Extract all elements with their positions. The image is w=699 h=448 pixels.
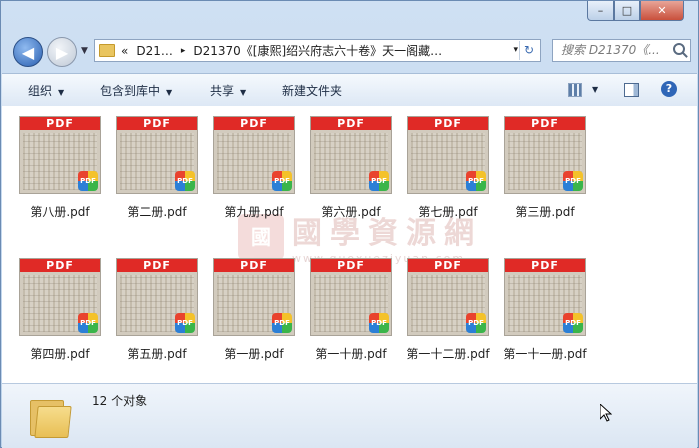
address-row: ◀ ▶ ▼ « D21… ▸ D21370《[康熙]绍兴府志六十卷》天一阁藏… …: [1, 34, 698, 68]
folder-icon: [30, 396, 72, 438]
address-bar[interactable]: « D21… ▸ D21370《[康熙]绍兴府志六十卷》天一阁藏… ▾ ↻: [94, 39, 541, 62]
file-item[interactable]: PDF PDF 第六册.pdf: [303, 116, 399, 220]
pdf-thumbnail-icon: PDF PDF: [19, 116, 101, 194]
pdf-app-icon: PDF: [78, 313, 98, 333]
pdf-app-icon: PDF: [563, 171, 583, 191]
pdf-thumbnail-icon: PDF PDF: [504, 258, 586, 336]
pdf-app-icon: PDF: [175, 313, 195, 333]
view-dropdown[interactable]: ▼: [592, 85, 598, 94]
file-name: 第二册.pdf: [127, 205, 187, 219]
pdf-thumbnail-icon: PDF PDF: [407, 258, 489, 336]
pdf-banner: PDF: [214, 259, 294, 272]
file-name: 第九册.pdf: [224, 205, 284, 219]
pdf-app-icon: PDF: [466, 313, 486, 333]
title-bar: – □ ✕: [1, 1, 698, 31]
pdf-thumbnail-icon: PDF PDF: [19, 258, 101, 336]
back-arrow-icon: ◀: [21, 42, 35, 62]
file-item[interactable]: PDF PDF 第九册.pdf: [206, 116, 302, 220]
minimize-button[interactable]: –: [587, 1, 614, 21]
file-item[interactable]: PDF PDF 第八册.pdf: [12, 116, 108, 220]
pdf-app-icon: PDF: [563, 313, 583, 333]
pdf-app-icon: PDF: [272, 313, 292, 333]
pdf-thumbnail-icon: PDF PDF: [504, 116, 586, 194]
pdf-app-icon: PDF: [78, 171, 98, 191]
pdf-thumbnail-icon: PDF PDF: [407, 116, 489, 194]
breadcrumb-item[interactable]: D21…: [136, 44, 173, 58]
pdf-thumbnail-icon: PDF PDF: [213, 116, 295, 194]
watermark-seal: 國: [238, 213, 284, 260]
breadcrumb-overflow[interactable]: «: [121, 44, 128, 58]
file-item[interactable]: PDF PDF 第七册.pdf: [400, 116, 496, 220]
pdf-banner: PDF: [117, 259, 197, 272]
breadcrumb-current[interactable]: D21370《[康熙]绍兴府志六十卷》天一阁藏…: [193, 42, 442, 59]
file-item[interactable]: PDF PDF 第一十册.pdf: [303, 258, 399, 362]
search-icon[interactable]: [673, 43, 685, 55]
breadcrumb-separator[interactable]: ▸: [181, 46, 186, 56]
pdf-thumbnail-icon: PDF PDF: [310, 116, 392, 194]
file-name: 第一十二册.pdf: [406, 347, 490, 361]
file-item[interactable]: PDF PDF 第二册.pdf: [109, 116, 205, 220]
file-item[interactable]: PDF PDF 第三册.pdf: [497, 116, 593, 220]
view-options-icon[interactable]: [568, 83, 582, 97]
file-item[interactable]: PDF PDF 第四册.pdf: [12, 258, 108, 362]
recent-pages-dropdown[interactable]: ▼: [81, 46, 88, 56]
pdf-banner: PDF: [505, 117, 585, 130]
maximize-button[interactable]: □: [614, 1, 640, 21]
pdf-banner: PDF: [20, 117, 100, 130]
file-list[interactable]: 國 國學資源網 www.guoxueziyuan.com PDFPDF第八册.p…: [2, 106, 697, 383]
pdf-app-icon: PDF: [466, 171, 486, 191]
file-name: 第四册.pdf: [30, 347, 90, 361]
item-count: 12 个对象: [92, 394, 148, 408]
forward-button[interactable]: ▶: [47, 37, 77, 67]
status-bar: 12 个对象: [2, 383, 697, 448]
file-name: 第六册.pdf: [321, 205, 381, 219]
file-item[interactable]: PDF PDF 第一册.pdf: [206, 258, 302, 362]
file-name: 第一册.pdf: [224, 347, 284, 361]
file-item[interactable]: PDF PDF 第五册.pdf: [109, 258, 205, 362]
new-folder-button[interactable]: 新建文件夹: [282, 82, 342, 99]
address-dropdown[interactable]: ▾: [513, 45, 518, 55]
pdf-banner: PDF: [311, 259, 391, 272]
share-menu[interactable]: 共享 ▼: [210, 82, 246, 99]
pdf-app-icon: PDF: [369, 171, 389, 191]
include-library-menu[interactable]: 包含到库中 ▼: [100, 82, 172, 99]
pdf-thumbnail-icon: PDF PDF: [213, 258, 295, 336]
file-name: 第一十一册.pdf: [503, 347, 587, 361]
pdf-thumbnail-icon: PDF PDF: [310, 258, 392, 336]
file-item[interactable]: PDF PDF 第一十一册.pdf: [497, 258, 593, 362]
pdf-banner: PDF: [505, 259, 585, 272]
forward-arrow-icon: ▶: [55, 42, 69, 62]
file-name: 第一十册.pdf: [315, 347, 387, 361]
pdf-banner: PDF: [117, 117, 197, 130]
file-name: 第三册.pdf: [515, 205, 575, 219]
pdf-app-icon: PDF: [272, 171, 292, 191]
help-icon[interactable]: ?: [661, 81, 677, 97]
command-bar: 组织 ▼ 包含到库中 ▼ 共享 ▼ 新建文件夹 ▼ ?: [2, 73, 697, 107]
back-button[interactable]: ◀: [13, 37, 43, 67]
file-name: 第八册.pdf: [30, 205, 90, 219]
close-button[interactable]: ✕: [640, 1, 684, 21]
pdf-banner: PDF: [20, 259, 100, 272]
pdf-app-icon: PDF: [175, 171, 195, 191]
search-placeholder: 搜索 D21370《...: [561, 43, 660, 57]
file-item[interactable]: PDF PDF 第一十二册.pdf: [400, 258, 496, 362]
pdf-banner: PDF: [214, 117, 294, 130]
file-name: 第七册.pdf: [418, 205, 478, 219]
organize-menu[interactable]: 组织 ▼: [28, 82, 64, 99]
file-name: 第五册.pdf: [127, 347, 187, 361]
explorer-window: – □ ✕ ◀ ▶ ▼ « D21… ▸ D21370《[康熙]绍兴府志六十卷》…: [0, 0, 699, 448]
pdf-thumbnail-icon: PDF PDF: [116, 258, 198, 336]
folder-icon: [99, 44, 115, 57]
pdf-app-icon: PDF: [369, 313, 389, 333]
pdf-banner: PDF: [408, 117, 488, 130]
pdf-banner: PDF: [311, 117, 391, 130]
pdf-thumbnail-icon: PDF PDF: [116, 116, 198, 194]
refresh-button[interactable]: ↻: [519, 41, 538, 60]
preview-pane-icon[interactable]: [624, 83, 639, 97]
search-input[interactable]: 搜索 D21370《...: [552, 39, 691, 62]
pdf-banner: PDF: [408, 259, 488, 272]
